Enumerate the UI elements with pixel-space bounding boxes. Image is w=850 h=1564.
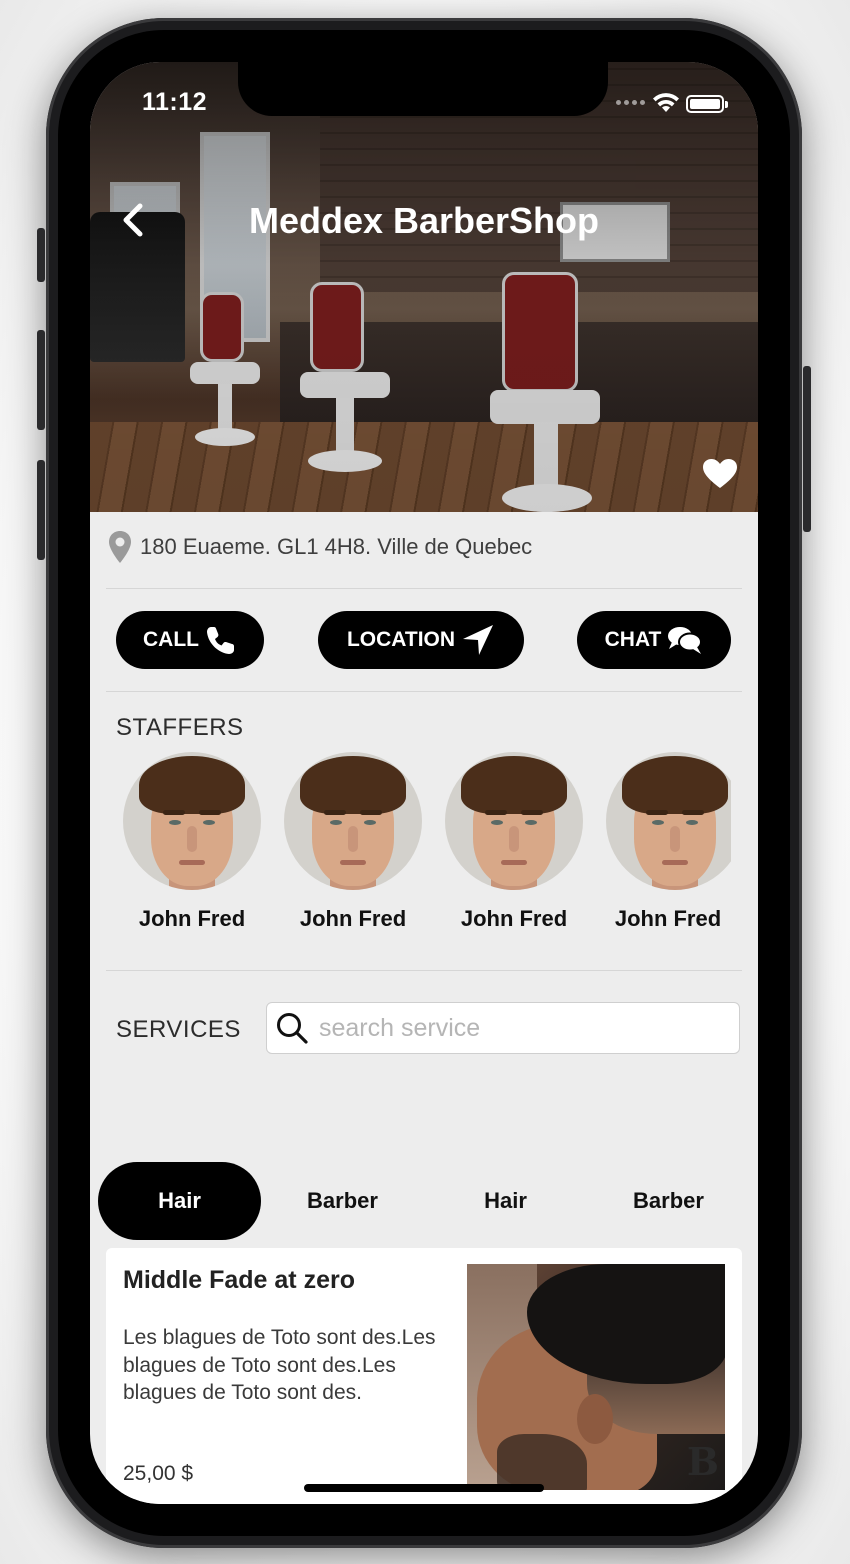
service-card[interactable]: Middle Fade at zero Les blagues de Toto … <box>106 1248 742 1504</box>
chat-bubbles-icon <box>668 627 703 654</box>
heart-icon[interactable] <box>702 458 738 490</box>
staffers-heading: STAFFERS <box>116 714 244 741</box>
avatar <box>445 752 583 890</box>
call-button-label: CALL <box>143 628 199 651</box>
avatar <box>284 752 422 890</box>
tab-barber[interactable]: Barber <box>587 1162 750 1240</box>
phone-icon <box>207 627 234 654</box>
avatar <box>123 752 261 890</box>
service-title: Middle Fade at zero <box>123 1266 355 1294</box>
service-tabs: Hair Barber Hair Barber <box>98 1162 750 1240</box>
status-bar: 11:12 <box>90 62 758 122</box>
tab-barber[interactable]: Barber <box>261 1162 424 1240</box>
divider <box>106 970 742 971</box>
divider <box>106 588 742 589</box>
tab-hair[interactable]: Hair <box>424 1162 587 1240</box>
search-box[interactable] <box>266 1002 740 1054</box>
divider <box>106 691 742 692</box>
mute-switch <box>37 228 45 282</box>
volume-down-button <box>37 460 45 560</box>
call-button[interactable]: CALL <box>116 611 264 669</box>
battery-icon <box>686 95 728 113</box>
map-pin-icon <box>109 531 131 563</box>
screen: 11:12 Meddex BarberShop 180 Euaeme. GL1 … <box>90 62 758 1504</box>
services-heading: SERVICES <box>116 1016 241 1043</box>
navigation-arrow-icon <box>463 625 494 655</box>
power-button <box>803 366 811 532</box>
volume-up-button <box>37 330 45 430</box>
search-icon <box>277 1013 308 1044</box>
page-title: Meddex BarberShop <box>248 200 600 241</box>
staffer-name: John Fred <box>614 906 722 931</box>
search-input[interactable] <box>319 1013 719 1043</box>
avatar <box>606 752 731 890</box>
address-row[interactable]: 180 Euaeme. GL1 4H8. Ville de Quebec <box>108 530 532 564</box>
address-text: 180 Euaeme. GL1 4H8. Ville de Quebec <box>140 534 533 559</box>
cellular-signal-icon <box>616 100 645 105</box>
hero-image <box>90 62 758 512</box>
staffer-card[interactable]: John Fred <box>122 752 262 932</box>
staffer-name: John Fred <box>138 906 246 931</box>
service-image: B <box>467 1264 725 1490</box>
location-button-label: LOCATION <box>346 628 456 651</box>
phone-frame: 11:12 Meddex BarberShop 180 Euaeme. GL1 … <box>37 18 811 1548</box>
staffer-card[interactable]: John Fred <box>283 752 423 932</box>
location-button[interactable]: LOCATION <box>318 611 524 669</box>
staffer-card[interactable]: John Fred <box>605 752 731 932</box>
service-description: Les blagues de Toto sont des.Les blagues… <box>123 1326 436 1404</box>
wifi-icon <box>653 93 679 112</box>
home-indicator[interactable] <box>304 1484 544 1492</box>
brand-logo-icon: B <box>686 1439 719 1484</box>
staffer-name: John Fred <box>299 906 407 931</box>
staffer-card[interactable]: John Fred <box>444 752 584 932</box>
service-price: 25,00 $ <box>123 1462 194 1485</box>
chat-button-label: CHAT <box>604 628 662 651</box>
status-time: 11:12 <box>142 88 208 116</box>
chat-button[interactable]: CHAT <box>577 611 731 669</box>
staffer-name: John Fred <box>460 906 568 931</box>
tab-hair[interactable]: Hair <box>98 1162 261 1240</box>
